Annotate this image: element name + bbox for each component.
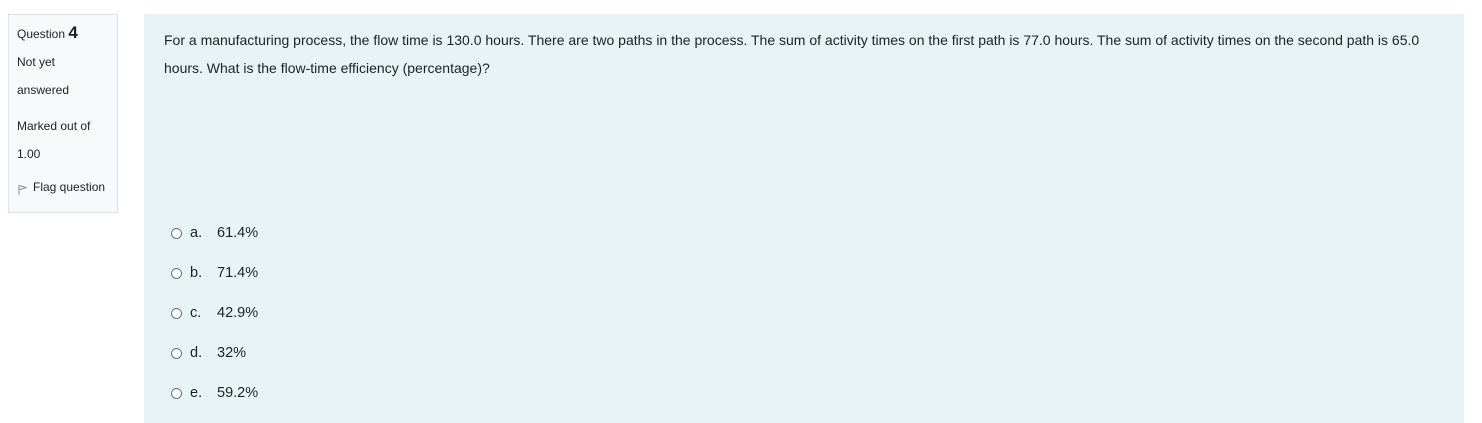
answer-value: 32% — [217, 345, 247, 361]
question-text: For a manufacturing process, the flow ti… — [164, 32, 1420, 76]
answer-value: 59.2% — [217, 385, 259, 401]
flag-icon — [17, 184, 29, 196]
question-content: For a manufacturing process, the flow ti… — [144, 14, 1464, 423]
grade-line-1: Marked out of — [17, 119, 91, 133]
question-number: 4 — [68, 23, 78, 42]
answer-option-c[interactable]: c. 42.9% — [171, 293, 258, 333]
question-info-panel: Question 4 Not yet answered Marked out o… — [8, 14, 118, 213]
grade-line-2: 1.00 — [17, 147, 41, 161]
answer-option-e[interactable]: e. 59.2% — [171, 373, 258, 413]
answer-option-b[interactable]: b. 71.4% — [171, 253, 258, 293]
answer-letter: e. — [190, 385, 203, 401]
answer-option-a[interactable]: a. 61.4% — [171, 213, 258, 253]
radio-button-d[interactable] — [171, 347, 182, 359]
answer-value: 71.4% — [217, 265, 259, 281]
flag-question-label: Flag question — [33, 180, 106, 194]
answer-letter: d. — [190, 345, 203, 361]
answer-value: 61.4% — [217, 225, 259, 241]
question-grade: Marked out of 1.00 — [17, 112, 117, 168]
question-number-line: Question 4 — [17, 21, 117, 46]
radio-button-b[interactable] — [171, 267, 182, 279]
question-label: Question — [17, 27, 66, 41]
answer-letter: a. — [190, 225, 203, 241]
answer-options: a. 61.4% b. 71.4% c. 42.9% d. 32% e. 59.… — [171, 213, 258, 413]
question-state: Not yet answered — [17, 48, 117, 104]
state-line-1: Not yet — [17, 55, 56, 69]
flag-question-toggle[interactable]: Flag question — [17, 178, 117, 196]
radio-button-a[interactable] — [171, 227, 182, 239]
answer-letter: c. — [190, 305, 202, 321]
answer-value: 42.9% — [217, 305, 259, 321]
answer-letter: b. — [190, 265, 203, 281]
radio-button-c[interactable] — [171, 307, 182, 319]
radio-button-e[interactable] — [171, 387, 182, 399]
state-line-2: answered — [17, 83, 70, 97]
answer-option-d[interactable]: d. 32% — [171, 333, 258, 373]
